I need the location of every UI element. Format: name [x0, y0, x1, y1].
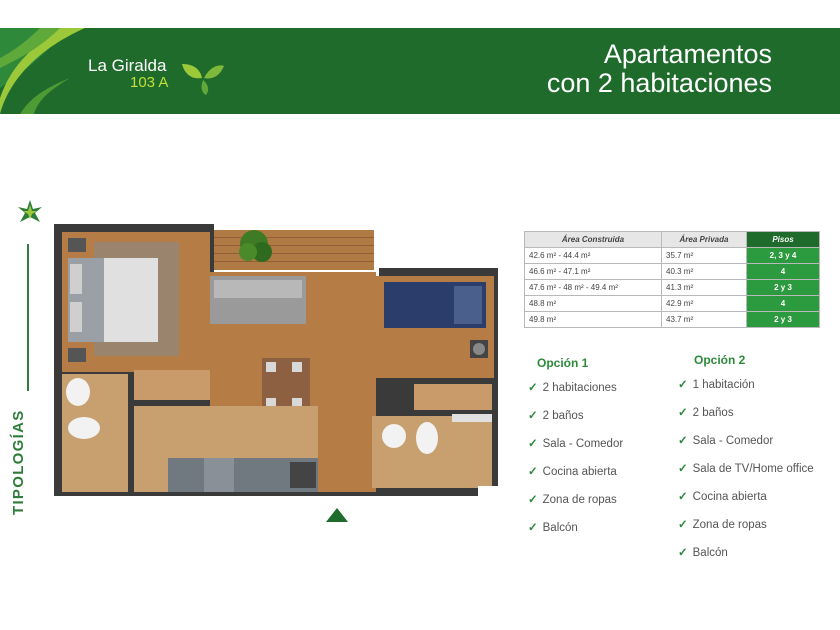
side-divider [27, 244, 29, 391]
option-2-item: ✓ 2 baños [678, 405, 734, 419]
option-2-item-label: 1 habitación [692, 379, 755, 391]
areas-table: Área Construida Área Privada Pisos 42.6 … [524, 231, 820, 328]
table-header-row: Área Construida Área Privada Pisos [524, 231, 820, 248]
brand-name: La Giralda [88, 56, 167, 75]
option-2-item: ✓ Sala de TV/Home office [678, 461, 814, 475]
option-1-item-label: Zona de ropas [542, 494, 617, 506]
table-row: 48.8 m² 42.9 m² 4 [524, 295, 820, 312]
check-icon: ✓ [678, 379, 688, 391]
check-icon: ✓ [528, 382, 538, 394]
check-icon: ✓ [678, 435, 688, 447]
option-2-item-label: Sala de TV/Home office [692, 463, 814, 475]
option-2-item: ✓ Sala - Comedor [678, 433, 773, 447]
table-row: 47.6 m² - 48 m² - 49.4 m² 41.3 m² 2 y 3 [524, 279, 820, 296]
col-header-pisos: Pisos [746, 231, 820, 248]
col-header-area-construida: Área Construida [524, 231, 662, 248]
cell-area-privada: 40.3 m² [661, 263, 747, 280]
option-1-title: Opción 1 [537, 356, 589, 370]
option-1-item: ✓ Cocina abierta [528, 464, 617, 478]
option-1-item-label: 2 habitaciones [542, 382, 617, 394]
option-2-item-label: Zona de ropas [692, 519, 767, 531]
cell-area-construida: 49.8 m² [524, 311, 662, 328]
check-icon: ✓ [678, 519, 688, 531]
table-row: 49.8 m² 43.7 m² 2 y 3 [524, 311, 820, 328]
cell-pisos: 2, 3 y 4 [746, 247, 820, 264]
leaf-logo-icon [182, 64, 224, 95]
cell-area-privada: 42.9 m² [661, 295, 747, 312]
check-icon: ✓ [678, 407, 688, 419]
check-icon: ✓ [528, 410, 538, 422]
cell-pisos: 2 y 3 [746, 279, 820, 296]
option-1-item: ✓ Sala - Comedor [528, 436, 623, 450]
option-1-item: ✓ 2 habitaciones [528, 380, 617, 394]
check-icon: ✓ [528, 466, 538, 478]
option-1-item: ✓ Balcón [528, 520, 578, 534]
check-icon: ✓ [528, 522, 538, 534]
check-icon: ✓ [678, 547, 688, 559]
option-2-item-label: Cocina abierta [692, 491, 767, 503]
section-label: TIPOLOGÍAS [10, 409, 27, 515]
option-1-item-label: Sala - Comedor [542, 438, 624, 450]
option-1-item-label: 2 baños [542, 410, 584, 422]
check-icon: ✓ [528, 438, 538, 450]
option-2-title: Opción 2 [694, 353, 746, 367]
cell-pisos: 4 [746, 263, 820, 280]
cell-area-construida: 42.6 m² - 44.4 m² [524, 247, 662, 264]
top-margin [0, 0, 840, 28]
cell-pisos: 4 [746, 295, 820, 312]
option-2-item: ✓ Zona de ropas [678, 517, 767, 531]
cell-area-construida: 47.6 m² - 48 m² - 49.4 m² [524, 279, 662, 296]
cell-area-privada: 41.3 m² [661, 279, 747, 296]
cell-area-privada: 43.7 m² [661, 311, 747, 328]
title-line-2: con 2 habitaciones [546, 68, 772, 98]
leaf-star-icon [18, 200, 42, 222]
option-2-item-label: 2 baños [692, 407, 734, 419]
check-icon: ✓ [678, 491, 688, 503]
option-2-item-label: Balcón [692, 547, 728, 559]
floor-plan-image [54, 224, 498, 498]
check-icon: ✓ [528, 494, 538, 506]
cell-area-privada: 35.7 m² [661, 247, 747, 264]
check-icon: ✓ [678, 463, 688, 475]
page-title: Apartamentos con 2 habitaciones [547, 40, 772, 98]
cell-pisos: 2 y 3 [746, 311, 820, 328]
option-2-item: ✓ Cocina abierta [678, 489, 767, 503]
title-line-1: Apartamentos [603, 39, 772, 69]
col-header-area-privada: Área Privada [661, 231, 747, 248]
option-1-item-label: Balcón [542, 522, 578, 534]
option-2-item-label: Sala - Comedor [692, 435, 774, 447]
option-2-item: ✓ 1 habitación [678, 377, 755, 391]
option-1-item-label: Cocina abierta [542, 466, 617, 478]
cell-area-construida: 46.6 m² - 47.1 m² [524, 263, 662, 280]
table-row: 42.6 m² - 44.4 m² 35.7 m² 2, 3 y 4 [524, 247, 820, 264]
option-2-item: ✓ Balcón [678, 545, 728, 559]
brand-number: 103 A [130, 74, 169, 91]
table-row: 46.6 m² - 47.1 m² 40.3 m² 4 [524, 263, 820, 280]
option-1-item: ✓ Zona de ropas [528, 492, 617, 506]
option-1-item: ✓ 2 baños [528, 408, 584, 422]
entrance-marker-icon [326, 508, 348, 522]
cell-area-construida: 48.8 m² [524, 295, 662, 312]
